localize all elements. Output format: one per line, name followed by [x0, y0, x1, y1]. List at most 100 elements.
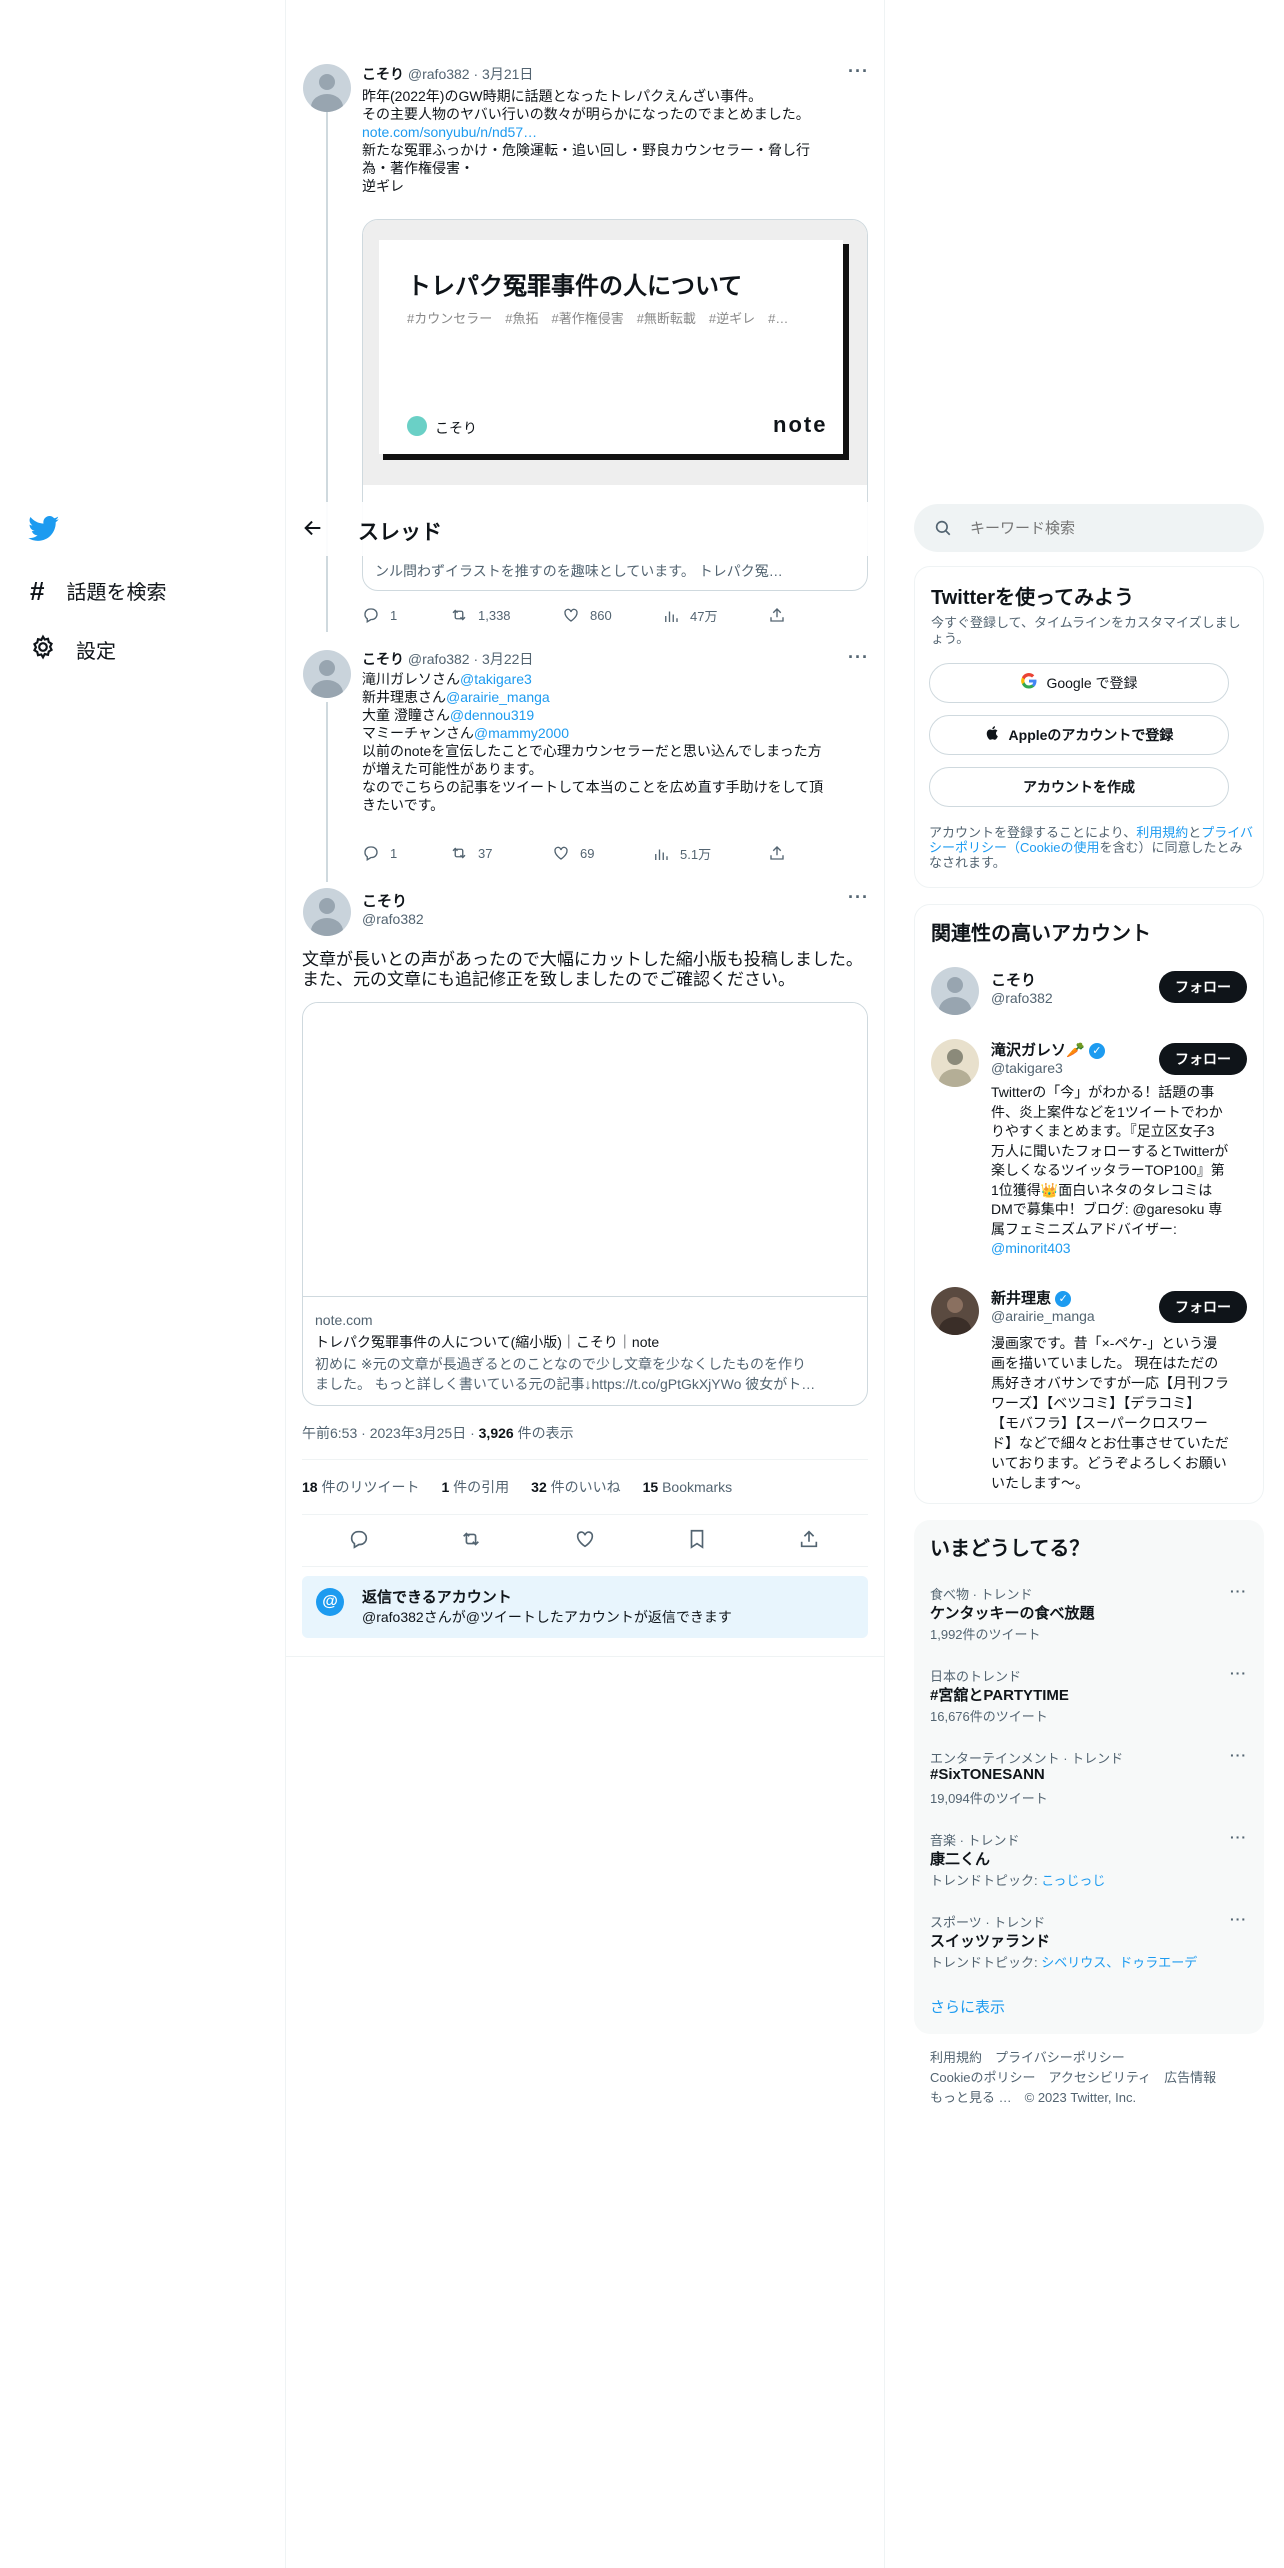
more-icon[interactable]: ··· [1230, 1584, 1247, 1598]
google-signup-button[interactable]: Google で登録 [929, 663, 1229, 703]
more-icon[interactable]: ··· [848, 648, 869, 666]
views-label: 件の表示 [513, 1425, 574, 1441]
trend-topic-link[interactable]: シベリウス、ドゥラエーデ [1041, 1955, 1197, 1970]
tweet-line: その主要人物のヤバい行いの数々が明らかになったのでまとめました。 [362, 106, 810, 122]
twitter-logo-icon[interactable] [28, 516, 60, 547]
account-handle[interactable]: @arairie_manga [991, 1307, 1095, 1325]
retweets-stat[interactable]: 18 件のリツイート [302, 1478, 419, 1496]
more-icon[interactable]: ··· [1230, 1666, 1247, 1680]
terms-text: と [1188, 825, 1202, 840]
more-icon[interactable]: ··· [848, 62, 869, 80]
like-button[interactable]: 69 [552, 844, 594, 862]
mention-link[interactable]: @takigare3 [460, 671, 532, 687]
follow-button[interactable]: フォロー [1159, 971, 1247, 1003]
more-icon[interactable]: ··· [1230, 1748, 1247, 1762]
heart-icon[interactable] [574, 1528, 596, 1550]
author-name[interactable]: こそり [362, 890, 407, 911]
avatar[interactable] [303, 64, 351, 112]
trends-panel: いまどうしてる？ 食べ物 · トレンド ケンタッキーの食べ放題 1,992件のツ… [914, 1520, 1264, 2034]
footer-link[interactable]: アクセシビリティ [1048, 2070, 1151, 2085]
author-name[interactable]: こそり [362, 651, 404, 667]
account-handle[interactable]: @takigare3 [991, 1059, 1063, 1077]
tweet-date[interactable]: · 3月21日 [473, 66, 533, 82]
avatar[interactable] [303, 650, 351, 698]
tweet-line: 昨年(2022年)のGW時期に話題となったトレパクえんざい事件。 [362, 88, 763, 104]
account-handle[interactable]: @rafo382 [991, 989, 1053, 1007]
tweet-header: こそり @rafo382 · 3月21日 [362, 65, 533, 83]
share-icon[interactable] [798, 1528, 820, 1550]
follow-button[interactable]: フォロー [1159, 1291, 1247, 1323]
retweet-icon[interactable] [460, 1528, 482, 1550]
apple-icon [985, 724, 1001, 746]
avatar[interactable] [931, 1287, 979, 1335]
nav-explore-label: 話題を検索 [66, 582, 167, 604]
like-count: 860 [590, 607, 612, 623]
avatar[interactable] [931, 967, 979, 1015]
signup-terms: アカウントを登録することにより、利用規約とプライバシーポリシー（Cookieの使… [929, 825, 1253, 870]
quotes-stat[interactable]: 1 件の引用 [441, 1478, 509, 1496]
views-button[interactable]: 47万 [662, 606, 717, 625]
mention-link[interactable]: @arairie_manga [446, 689, 550, 705]
reply-button[interactable]: 1 [362, 606, 397, 624]
search-input[interactable] [970, 514, 1250, 542]
author-handle[interactable]: @rafo382 [408, 651, 470, 667]
share-button[interactable] [768, 606, 786, 624]
trend-topic-link[interactable]: こっじっじ [1041, 1873, 1105, 1888]
author-handle[interactable]: @rafo382 [408, 66, 470, 82]
footer-link[interactable]: Cookieのポリシー [930, 2070, 1035, 2085]
left-column-divider [285, 0, 286, 2568]
bookmarks-stat[interactable]: 15 Bookmarks [643, 1478, 733, 1496]
bookmark-icon[interactable] [686, 1528, 708, 1550]
search-bar[interactable] [914, 504, 1264, 552]
footer-link[interactable]: 利用規約 [930, 2050, 982, 2065]
tweet-link[interactable]: note.com/sonyubu/n/nd57… [362, 123, 862, 141]
footer-link[interactable]: 広告情報 [1164, 2070, 1216, 2085]
trend-item[interactable]: スポーツ · トレンド スイッツァランド トレンドトピック: シベリウス、ドゥラ… [914, 1906, 1264, 1978]
reply-button[interactable]: 1 [362, 844, 397, 862]
share-button[interactable] [768, 844, 786, 862]
retweet-button[interactable]: 37 [450, 844, 492, 862]
trend-item[interactable]: 音楽 · トレンド 康二くん トレンドトピック: こっじっじ ··· [914, 1824, 1264, 1896]
create-account-button[interactable]: アカウントを作成 [929, 767, 1229, 807]
trend-item[interactable]: エンターテインメント · トレンド #SixTONESANN 19,094件のツ… [914, 1742, 1264, 1814]
terms-link[interactable]: 利用規約 [1136, 825, 1188, 840]
account-name[interactable]: 新井理恵 [991, 1290, 1051, 1307]
view-count: 3,926 [478, 1425, 514, 1441]
footer-more-link[interactable]: もっと見る … [930, 2090, 1012, 2105]
mention-link[interactable]: @dennou319 [450, 707, 534, 723]
author-handle[interactable]: @rafo382 [362, 910, 424, 928]
bio-line: 漫画家です。昔「×-ペケ-」という漫 [991, 1335, 1218, 1351]
account-name[interactable]: 滝沢ガレソ🥕 [991, 1042, 1085, 1059]
google-signup-label: Google で登録 [1046, 675, 1138, 691]
more-icon[interactable]: ··· [1230, 1830, 1247, 1844]
retweet-button[interactable]: 1,338 [450, 606, 511, 624]
mention-link[interactable]: @mammy2000 [474, 725, 569, 741]
footer-link[interactable]: プライバシーポリシー [995, 2050, 1125, 2065]
avatar[interactable] [303, 888, 351, 936]
nav-settings[interactable]: 設定 [30, 634, 116, 665]
views-button[interactable]: 5.1万 [652, 844, 711, 863]
account-name[interactable]: こそり [991, 969, 1036, 990]
likes-stat[interactable]: 32 件のいいね [531, 1478, 620, 1496]
trend-item[interactable]: 日本のトレンド #宮舘とPARTYTIME 16,676件のツイート ··· [914, 1660, 1264, 1732]
reply-icon[interactable] [348, 1528, 370, 1550]
timestamp-text[interactable]: 午前6:53 · 2023年3月25日 · [302, 1425, 479, 1441]
follow-button[interactable]: フォロー [1159, 1043, 1247, 1075]
author-name[interactable]: こそり [362, 66, 404, 82]
trend-item[interactable]: 食べ物 · トレンド ケンタッキーの食べ放題 1,992件のツイート ··· [914, 1578, 1264, 1650]
more-icon[interactable]: ··· [1230, 1912, 1247, 1926]
apple-signup-button[interactable]: Appleのアカウントで登録 [929, 715, 1229, 755]
back-arrow-icon[interactable] [302, 517, 324, 544]
like-button[interactable]: 860 [562, 606, 612, 624]
show-more-link[interactable]: さらに表示 [930, 1996, 1005, 2017]
more-icon[interactable]: ··· [848, 888, 869, 906]
bio-line[interactable]: @minorit403 [991, 1239, 1253, 1259]
page-title: スレッド [358, 521, 442, 544]
reply-icon [362, 844, 380, 862]
thread-connector [326, 702, 328, 882]
nav-explore[interactable]: # 話題を検索 [30, 576, 166, 605]
tweet-date[interactable]: · 3月22日 [473, 651, 533, 667]
main-link-card[interactable]: note.com トレパク冤罪事件の人について(縮小版)｜こそり｜note 初め… [302, 1002, 868, 1406]
analytics-icon [662, 607, 680, 625]
avatar[interactable] [931, 1039, 979, 1087]
